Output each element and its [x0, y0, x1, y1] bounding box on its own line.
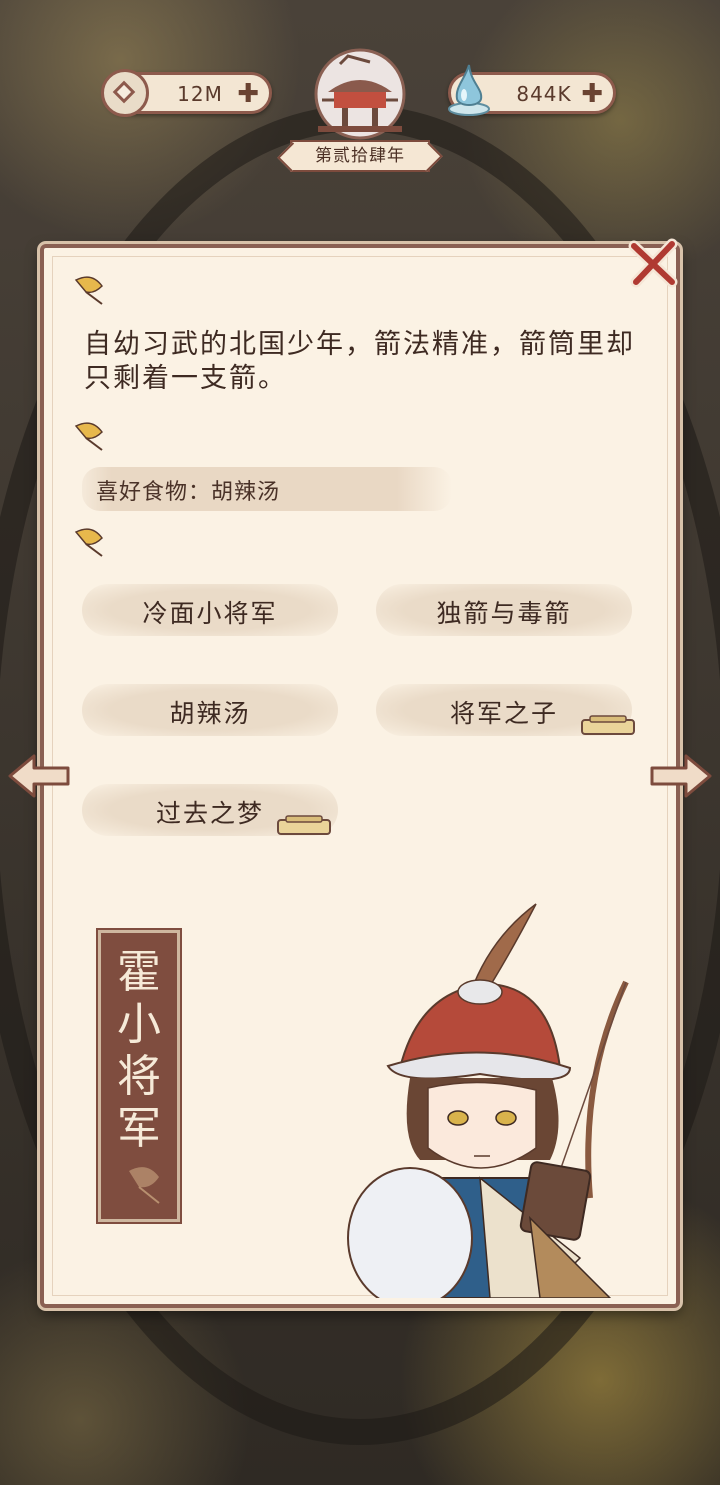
character-name-plate: 霍小将军	[98, 930, 180, 1222]
arrow-right-icon[interactable]	[648, 752, 714, 800]
essence-counter[interactable]: 844K ✚	[448, 64, 616, 116]
ginkgo-leaf-icon	[74, 276, 103, 305]
season-emblem	[314, 48, 406, 140]
ginkgo-leaf-icon	[129, 1167, 160, 1204]
close-icon[interactable]	[626, 236, 680, 290]
ginkgo-leaf-icon	[74, 422, 103, 451]
water-drop-icon	[448, 64, 490, 116]
story-tag[interactable]: 胡辣汤	[82, 684, 338, 736]
character-portrait	[347, 903, 629, 1298]
scroll-badge-icon	[581, 715, 635, 735]
ginkgo-leaf-icon	[74, 528, 103, 557]
year-banner: 第贰拾肆年	[290, 140, 430, 172]
coin-icon	[101, 69, 149, 117]
coin-value: 12M	[177, 82, 223, 106]
add-coins-button[interactable]: ✚	[237, 79, 259, 109]
favorite-food: 喜好食物：胡辣汤	[96, 480, 281, 505]
essence-value: 844K	[516, 82, 572, 106]
story-tag[interactable]: 冷面小将军	[82, 584, 338, 636]
arrow-left-icon[interactable]	[6, 752, 72, 800]
coin-counter[interactable]: 12M ✚	[101, 69, 272, 117]
story-tag[interactable]: 独箭与毒箭	[376, 584, 632, 636]
character-name: 霍小将军	[117, 947, 161, 1154]
add-essence-button[interactable]: ✚	[581, 79, 603, 109]
scroll-badge-icon	[277, 815, 331, 835]
character-description: 自幼习武的北国少年，箭法精准，箭筒里却只剩着一支箭。	[84, 329, 635, 394]
